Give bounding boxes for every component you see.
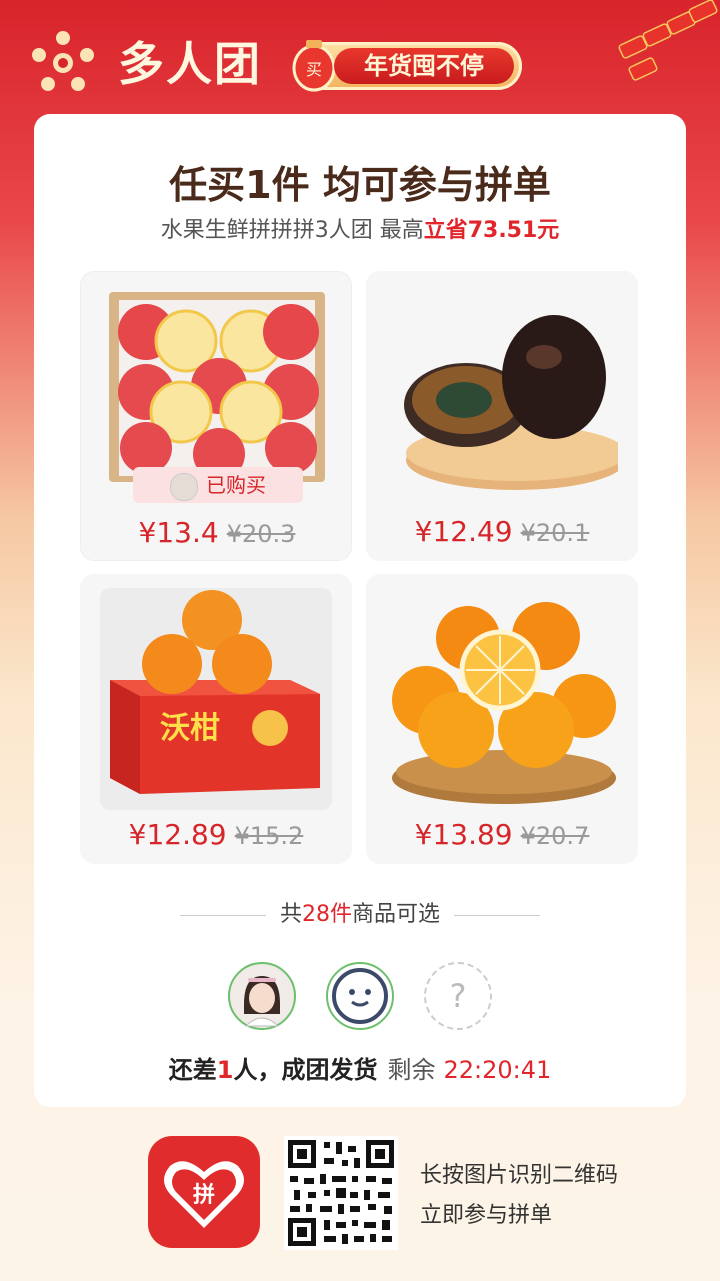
promo-banner[interactable]: 买 年货囤不停 — [292, 40, 522, 92]
buyer-avatar — [170, 472, 198, 501]
qr-instructions: 长按图片识别二维码 立即参与拼单 — [420, 1156, 618, 1236]
original-price: ¥20.3 — [226, 520, 296, 548]
original-price: ¥20.7 — [520, 822, 590, 850]
lantern-badge-icon: 买 — [292, 40, 336, 92]
app-icon-label: 拼 — [193, 1182, 215, 1208]
status-suffix: 人，成团发货 — [233, 1056, 378, 1084]
product-card-mandarins[interactable]: 沃柑 ¥12.89 ¥15.2 — [80, 574, 352, 864]
mandarin-box-image: 沃柑 — [100, 588, 332, 810]
member-avatar-1 — [228, 962, 296, 1030]
current-price: ¥13.89 — [414, 818, 513, 851]
heart-logo-icon: 拼 — [164, 1161, 244, 1228]
divider-left — [179, 914, 266, 916]
card-subtitle: 水果生鲜拼拼拼3人团 最高立省73.51元 — [34, 212, 686, 244]
price-row: ¥12.49 ¥20.1 — [366, 515, 638, 548]
product-card-oranges[interactable]: ¥13.89 ¥20.7 — [366, 574, 638, 864]
group-members: ? — [34, 962, 686, 1036]
group-buy-card: 任买1件 均可参与拼单 水果生鲜拼拼拼3人团 最高立省73.51元 已购买 ¥1… — [34, 114, 686, 1107]
empty-slot-avatar[interactable]: ? — [424, 962, 492, 1030]
girl-avatar-icon — [232, 966, 292, 1027]
brand-title: 多人团 — [118, 37, 262, 91]
divider-right — [454, 914, 541, 916]
count-prefix: 共 — [279, 902, 302, 927]
bought-badge: 已购买 — [133, 467, 303, 503]
remaining-label: 剩余 — [387, 1056, 436, 1084]
logo-icon — [32, 31, 94, 91]
bought-label: 已购买 — [206, 473, 266, 497]
current-price: ¥13.4 — [138, 516, 219, 549]
missing-count: 1 — [216, 1056, 234, 1084]
status-prefix: 还差 — [168, 1056, 217, 1084]
footer: 拼 长按图片识别二维码 立即参与拼单 — [0, 1128, 720, 1268]
price-row: ¥13.89 ¥20.7 — [366, 818, 638, 851]
subtitle-text: 水果生鲜拼拼拼3人团 最高 — [160, 218, 424, 243]
product-card-preserved-eggs[interactable]: ¥12.49 ¥20.1 — [366, 271, 638, 561]
original-price: ¥15.2 — [234, 822, 304, 850]
promo-text: 年货囤不停 — [334, 48, 514, 84]
firecracker-icon — [618, 0, 718, 81]
member-avatar-2 — [326, 962, 394, 1030]
price-row: ¥12.89 ¥15.2 — [80, 818, 352, 851]
smiley-avatar-icon — [332, 968, 388, 1024]
original-price: ¥20.1 — [520, 519, 590, 547]
savings-highlight: 立省73.51元 — [423, 218, 560, 243]
card-title: 任买1件 均可参与拼单 — [169, 163, 551, 207]
count-number: 28件 — [302, 902, 352, 927]
group-status: 还差1人，成团发货 剩余 22:20:41 — [34, 1050, 686, 1085]
qr-code[interactable] — [284, 1136, 398, 1250]
countdown-timer: 22:20:41 — [443, 1056, 552, 1084]
promo-badge-text: 买 — [306, 60, 322, 79]
header: 多人团 买 年货囤不停 — [0, 0, 720, 110]
qr-instruction-line1: 长按图片识别二维码 — [420, 1163, 619, 1188]
count-suffix: 商品可选 — [352, 902, 441, 927]
current-price: ¥12.89 — [128, 818, 227, 851]
orange-basket-image — [392, 602, 616, 804]
qr-instruction-line2: 立即参与拼单 — [420, 1203, 553, 1228]
preserved-egg-image — [404, 315, 618, 490]
current-price: ¥12.49 — [414, 515, 513, 548]
item-count-row[interactable]: 共28件商品可选 — [34, 896, 686, 928]
product-card-apples[interactable]: 已购买 ¥13.4 ¥20.3 — [80, 271, 352, 561]
price-row: ¥13.4 ¥20.3 — [81, 516, 353, 549]
box-label: 沃柑 — [160, 711, 220, 746]
pinduoduo-app-icon[interactable]: 拼 — [148, 1136, 260, 1248]
